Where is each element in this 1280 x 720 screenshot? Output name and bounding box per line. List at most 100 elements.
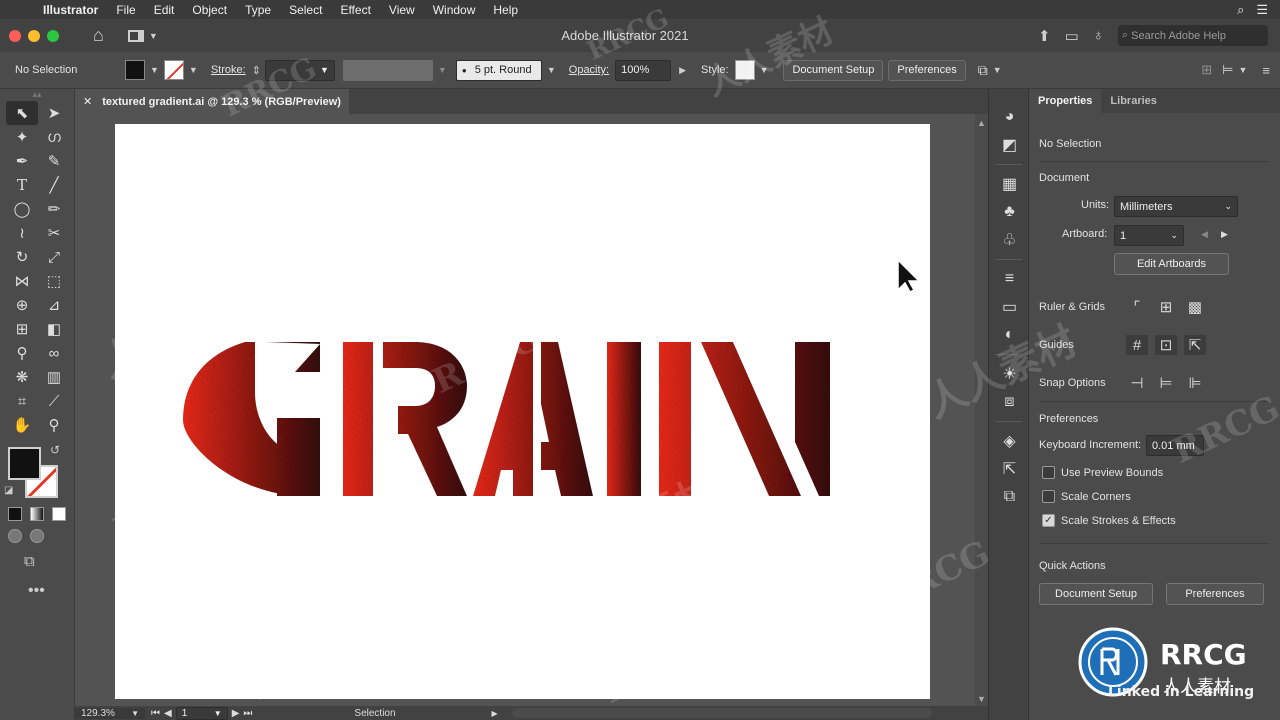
checkbox-icon[interactable] [1042, 466, 1055, 479]
chevron-down-icon[interactable]: ▼ [547, 65, 556, 75]
symbols-icon[interactable]: ♣ [989, 198, 1030, 226]
letter-r[interactable] [343, 342, 467, 496]
magic-wand-tool-icon[interactable]: ✦ [6, 125, 38, 149]
export-icon[interactable]: ⇱ [989, 455, 1030, 483]
draw-normal-icon[interactable] [8, 529, 22, 543]
width-tool-icon[interactable]: ⋈ [6, 269, 38, 293]
menu-effect[interactable]: Effect [331, 3, 379, 17]
menu-help[interactable]: Help [484, 3, 527, 17]
status-menu-icon[interactable]: ▶ [492, 709, 498, 718]
snap-to-point-icon[interactable]: ⊣ [1126, 373, 1148, 393]
brush-definition[interactable]: ● 5 pt. Round [455, 59, 542, 81]
fill-color-well[interactable] [8, 447, 41, 480]
tab-libraries[interactable]: Libraries [1101, 89, 1165, 113]
letter-n[interactable] [659, 342, 830, 496]
zoom-tool-icon[interactable]: ⚲ [38, 413, 70, 437]
next-artboard-icon[interactable]: ▶ [232, 708, 240, 719]
quick-document-setup-button[interactable]: Document Setup [1039, 583, 1153, 605]
color-mode-icon[interactable] [8, 507, 22, 521]
symbol-sprayer-tool-icon[interactable]: ❋ [6, 365, 38, 389]
checkmark-icon[interactable]: ✓ [1042, 514, 1055, 527]
units-dropdown[interactable]: Millimeters ⌄ [1114, 196, 1238, 217]
checkbox-scale-corners[interactable]: Scale Corners [1042, 490, 1131, 503]
chevron-down-icon[interactable]: ▼ [438, 65, 447, 75]
eyedropper-tool-icon[interactable]: ⚲ [6, 341, 38, 365]
color-guide-icon[interactable]: ◕ [989, 103, 1030, 131]
grain-artwork[interactable]: GRAIN [115, 124, 930, 699]
menu-view[interactable]: View [380, 3, 424, 17]
slice-tool-icon[interactable]: ⟋ [38, 389, 70, 413]
free-transform-tool-icon[interactable]: ⬚ [38, 269, 70, 293]
pen-tool-icon[interactable]: ✒ [6, 149, 38, 173]
hand-tool-icon[interactable]: ✋ [6, 413, 38, 437]
selection-tool-icon[interactable]: ⬉ [6, 101, 38, 125]
chevron-down-icon[interactable]: ▼ [150, 65, 159, 75]
artboard-number-field[interactable]: 1 ▼ [175, 706, 228, 720]
gradient-mode-icon[interactable] [30, 507, 44, 521]
align-icon[interactable]: ⊨ [1222, 62, 1233, 78]
blend-tool-icon[interactable]: ∞ [38, 341, 70, 365]
none-mode-icon[interactable] [52, 507, 66, 521]
transparency-icon[interactable]: ◐ [989, 321, 1030, 349]
perspective-grid-tool-icon[interactable]: ⊿ [38, 293, 70, 317]
spotlight-search-icon[interactable]: ⌕ [1237, 2, 1244, 18]
checkbox-scale-strokes-effects[interactable]: ✓ Scale Strokes & Effects [1042, 514, 1176, 527]
tab-properties[interactable]: Properties [1029, 89, 1102, 113]
document-setup-button[interactable]: Document Setup [783, 59, 884, 81]
lasso-tool-icon[interactable]: ഗ [38, 125, 70, 149]
graphic-style-swatch[interactable] [734, 60, 755, 80]
swap-colors-icon[interactable]: ↺ [50, 443, 60, 457]
control-center-icon[interactable]: ☰ [1256, 2, 1268, 18]
mesh-tool-icon[interactable]: ⊞ [6, 317, 38, 341]
workspace-switcher[interactable]: ▼ [127, 29, 158, 42]
zoom-window-icon[interactable] [47, 29, 59, 42]
shaper-tool-icon[interactable]: ≀ [6, 221, 38, 245]
stroke-weight-field[interactable]: ▼ [264, 59, 335, 81]
letter-a[interactable] [473, 342, 593, 496]
show-guides-icon[interactable]: # [1126, 335, 1148, 355]
snap-to-pixel-icon[interactable]: ⊨ [1155, 373, 1177, 393]
ellipse-tool-icon[interactable]: ◯ [6, 197, 38, 221]
layers-icon[interactable]: ◈ [989, 427, 1030, 455]
menu-file[interactable]: File [107, 3, 144, 17]
fill-swatch[interactable] [125, 60, 145, 80]
rulers-icon[interactable]: ⌜ [1126, 297, 1148, 317]
chevron-down-icon[interactable]: ▼ [189, 65, 198, 75]
letter-g[interactable] [183, 342, 320, 496]
asset-export-icon[interactable]: ⧈ [989, 388, 1030, 416]
current-tool-status[interactable]: Selection [348, 708, 401, 719]
letter-i[interactable] [607, 342, 641, 496]
smart-guides-icon[interactable]: ⇱ [1184, 335, 1206, 355]
paintbrush-tool-icon[interactable]: ✏ [38, 197, 70, 221]
menu-select[interactable]: Select [280, 3, 331, 17]
previous-artboard-icon[interactable]: ◀ [164, 708, 172, 719]
libraries-icon[interactable]: ▦ [989, 170, 1030, 198]
direct-selection-tool-icon[interactable]: ➤ [38, 101, 70, 125]
stroke-label[interactable]: Stroke: [211, 64, 246, 76]
edit-artboards-button[interactable]: Edit Artboards [1114, 253, 1229, 275]
panel-menu-icon[interactable]: ≡ [1262, 63, 1270, 78]
first-artboard-icon[interactable]: ⏮ [151, 708, 160, 719]
lightbulb-icon[interactable]: ♁ [1093, 27, 1104, 44]
menu-object[interactable]: Object [183, 3, 236, 17]
last-artboard-icon[interactable]: ⏭ [243, 708, 252, 719]
checkbox-icon[interactable] [1042, 490, 1055, 503]
vertical-scrollbar[interactable]: ▲ ▼ [975, 114, 988, 706]
stroke-weight-stepper-icon[interactable]: ⇕ [252, 64, 261, 77]
shape-builder-tool-icon[interactable]: ⊕ [6, 293, 38, 317]
previous-artboard-icon[interactable]: ◀ [1201, 229, 1208, 240]
transparency-grid-icon[interactable]: ▩ [1184, 297, 1206, 317]
canvas[interactable]: GRAIN [75, 114, 975, 706]
chevron-down-icon[interactable]: ▼ [993, 65, 1002, 75]
help-search[interactable]: ⌕ [1118, 25, 1268, 46]
menu-app[interactable]: Illustrator [34, 3, 107, 17]
line-segment-tool-icon[interactable]: ╱ [38, 173, 70, 197]
curvature-tool-icon[interactable]: ✎ [38, 149, 70, 173]
menu-window[interactable]: Window [424, 3, 485, 17]
opacity-field[interactable]: 100% [615, 59, 672, 81]
column-graph-tool-icon[interactable]: ▥ [38, 365, 70, 389]
scissors-tool-icon[interactable]: ✂ [38, 221, 70, 245]
artboard[interactable]: GRAIN [115, 124, 930, 699]
stroke-panel-icon[interactable]: ≡ [989, 265, 1030, 293]
opacity-label[interactable]: Opacity: [569, 64, 609, 76]
